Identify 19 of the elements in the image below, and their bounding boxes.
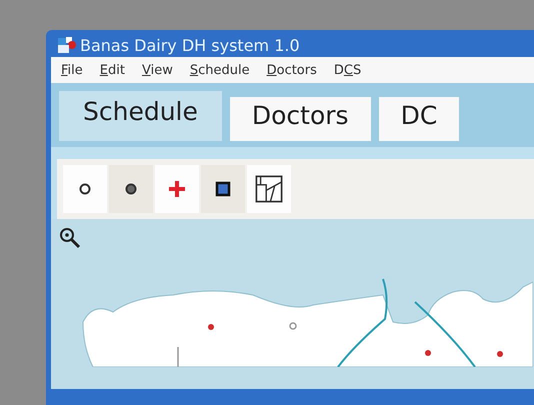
menu-item[interactable]: Edit [100, 62, 125, 78]
tool-button[interactable] [201, 165, 245, 213]
menu-item[interactable]: DCS [334, 62, 362, 78]
window-title: Banas Dairy DH system 1.0 [80, 36, 300, 54]
menu-item[interactable]: Doctors [266, 62, 317, 78]
tool-button[interactable] [109, 165, 153, 213]
tool-button[interactable] [63, 165, 107, 213]
menu-item[interactable]: View [142, 62, 173, 78]
app-logo-icon [57, 36, 77, 54]
cross-icon [167, 179, 187, 199]
tool-button[interactable] [247, 165, 291, 213]
menu-item[interactable]: Schedule [190, 62, 250, 78]
square-icon [213, 179, 233, 199]
tab[interactable]: Doctors [230, 97, 371, 141]
tab[interactable]: Schedule [59, 91, 222, 141]
tab[interactable]: DC [378, 97, 460, 141]
map-icon [255, 175, 283, 203]
menu-item[interactable]: File [61, 62, 83, 78]
zoom-in-icon[interactable] [59, 227, 81, 249]
